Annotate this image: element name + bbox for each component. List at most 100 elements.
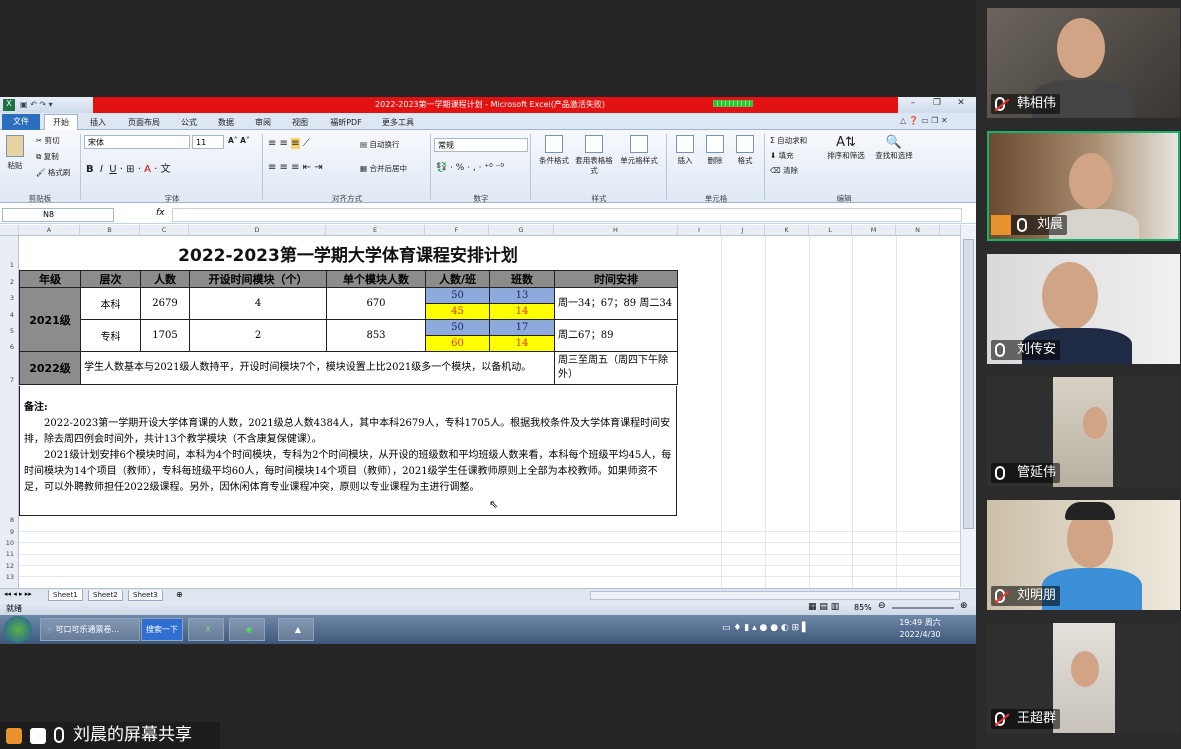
participant-tile[interactable]: 刘明朋 [987, 500, 1180, 610]
find-select-button[interactable]: 🔍 查找和选择 [872, 135, 916, 161]
row-header[interactable]: 6 [0, 343, 19, 351]
cut-button[interactable]: ✂ 剪切 [36, 135, 60, 146]
format-as-table-button[interactable]: 套用表格格式 [574, 135, 614, 176]
col-header[interactable]: I [678, 225, 721, 236]
tab-view[interactable]: 视图 [286, 115, 314, 130]
zhuanke-per-module[interactable]: 853 [326, 319, 426, 352]
taskbar-excel-icon[interactable]: X [188, 618, 224, 641]
name-box[interactable]: N8 [2, 208, 114, 222]
col-header[interactable]: N [896, 225, 940, 236]
tray-icons[interactable]: ▭ ♦ ▮ ▴ ● ● ◐ ⊞ ▌ [722, 623, 809, 633]
restore-button[interactable]: ❐ [927, 98, 947, 111]
grow-font-button[interactable]: A˄ A˅ [228, 136, 250, 145]
col-header[interactable]: E [326, 225, 425, 236]
benke-level[interactable]: 本科 [80, 287, 141, 320]
zhuanke-count[interactable]: 1705 [140, 319, 190, 352]
formula-input[interactable] [172, 208, 962, 222]
sheet-nav-arrows[interactable]: ◂◂ ◂ ▸ ▸▸ [4, 590, 32, 598]
clear-button[interactable]: ⌫ 清除 [770, 165, 798, 176]
benke-modules[interactable]: 4 [189, 287, 327, 320]
benke-schedule[interactable]: 周一34；67；89 周二34 [554, 287, 678, 320]
tab-review[interactable]: 审阅 [249, 115, 277, 130]
benke-per-class-1[interactable]: 50 [425, 287, 490, 304]
row-header[interactable]: 4 [0, 311, 19, 319]
tab-foxit-pdf[interactable]: 福昕PDF [324, 115, 368, 130]
zhuanke-schedule[interactable]: 周二67；89 [554, 319, 678, 352]
horizontal-scrollbar[interactable] [590, 591, 960, 600]
grade-2022-description[interactable]: 学生人数基本与2021级人数持平，开设时间模块7个，模块设置上比2021级多一个… [80, 351, 555, 385]
close-button[interactable]: ✕ [951, 98, 971, 111]
participant-tile[interactable]: 管延伟 [987, 377, 1180, 487]
col-header[interactable]: H [554, 225, 678, 236]
format-cells-button[interactable]: 格式 [732, 135, 758, 166]
cell-styles-button[interactable]: 单元格样式 [616, 135, 662, 166]
taskbar-ie-item[interactable]: ⓔ 可口可乐通票卷... [40, 618, 140, 641]
row-header[interactable]: 3 [0, 294, 19, 302]
header-schedule[interactable]: 时间安排 [554, 270, 678, 288]
benke-classes-1[interactable]: 13 [489, 287, 555, 304]
header-per-module[interactable]: 单个模块人数 [326, 270, 426, 288]
col-header[interactable]: F [425, 225, 489, 236]
font-size-select[interactable]: 11 [192, 135, 224, 149]
col-header[interactable]: A [19, 225, 80, 236]
row-header[interactable]: 10 [0, 539, 19, 547]
col-header[interactable]: K [765, 225, 809, 236]
start-button[interactable] [4, 616, 32, 643]
col-header[interactable]: D [189, 225, 326, 236]
header-level[interactable]: 层次 [80, 270, 141, 288]
benke-per-module[interactable]: 670 [326, 287, 426, 320]
col-header[interactable]: B [80, 225, 140, 236]
minimize-button[interactable]: – [903, 98, 923, 111]
col-header[interactable]: J [721, 225, 765, 236]
copy-button[interactable]: ⧉ 复制 [36, 151, 59, 162]
row-header[interactable]: 11 [0, 550, 19, 558]
col-header[interactable]: G [489, 225, 554, 236]
font-format-buttons[interactable]: B I U · ⊞ · A · 文 [86, 160, 170, 175]
header-classes[interactable]: 班数 [489, 270, 555, 288]
new-sheet-icon[interactable]: ⊕ [176, 590, 183, 599]
benke-classes-2[interactable]: 14 [489, 303, 555, 320]
zoom-slider[interactable] [892, 607, 954, 609]
row-header[interactable]: 7 [0, 376, 19, 384]
vertical-scrollbar[interactable] [960, 225, 976, 587]
tab-more-tools[interactable]: 更多工具 [376, 115, 420, 130]
zhuanke-per-class-2[interactable]: 60 [425, 335, 490, 352]
grade-2021-cell[interactable]: 2021级 [19, 287, 81, 352]
zhuanke-classes-2[interactable]: 14 [489, 335, 555, 352]
sort-filter-button[interactable]: A⇅ 排序和筛选 [826, 135, 866, 161]
header-grade[interactable]: 年级 [19, 270, 81, 288]
zoom-in-icon[interactable]: ⊕ [960, 601, 968, 611]
zoom-out-icon[interactable]: ⊖ [878, 601, 886, 611]
taskbar-search[interactable]: 搜索一下 [141, 618, 183, 641]
tab-insert[interactable]: 插入 [84, 115, 112, 130]
taskbar-wechat-icon[interactable]: ◉ [229, 618, 265, 641]
fx-icon[interactable]: fx [156, 208, 165, 218]
scroll-thumb[interactable] [963, 239, 974, 529]
tab-data[interactable]: 数据 [212, 115, 240, 130]
sheet-tab-3[interactable]: Sheet3 [128, 590, 163, 601]
notes-block[interactable]: 备注: 2022-2023第一学期开设大学体育课的人数，2021级总人数4384… [19, 386, 677, 516]
participant-tile[interactable]: 王超群 [987, 623, 1180, 733]
col-header[interactable]: M [852, 225, 896, 236]
sheet-tab-2[interactable]: Sheet2 [88, 590, 123, 601]
taskbar-meeting-icon[interactable]: ▲ [278, 618, 314, 641]
zhuanke-classes-1[interactable]: 17 [489, 319, 555, 336]
participant-tile[interactable]: 韩相伟 [987, 8, 1180, 118]
header-per-class[interactable]: 人数/班 [425, 270, 490, 288]
tab-page-layout[interactable]: 页面布局 [122, 115, 166, 130]
view-buttons[interactable]: ▦ ▤ ▥ [808, 602, 839, 612]
delete-cells-button[interactable]: 删除 [702, 135, 728, 166]
horizontal-align-buttons[interactable]: ≡ ≡ ≡ ⇤ ⇥ [268, 162, 323, 173]
grade-2022-cell[interactable]: 2022级 [19, 351, 81, 385]
participant-tile[interactable]: 刘传安 [987, 254, 1180, 364]
worksheet-grid[interactable]: 2022-2023第一学期大学体育课程安排计划 年级 层次 人数 开设时间模块（… [19, 236, 959, 588]
participant-tile-active[interactable]: 刘晨 [987, 131, 1180, 241]
autosum-button[interactable]: Σ 自动求和 [770, 135, 807, 146]
row-header[interactable]: 9 [0, 528, 19, 536]
select-all-corner[interactable] [0, 225, 19, 236]
tab-formulas[interactable]: 公式 [175, 115, 203, 130]
row-header[interactable]: 12 [0, 562, 19, 570]
zhuanke-per-class-1[interactable]: 50 [425, 319, 490, 336]
align-buttons[interactable]: ≡ ≡ ≡ ⟋ [268, 138, 310, 149]
row-header[interactable]: 8 [0, 516, 19, 524]
